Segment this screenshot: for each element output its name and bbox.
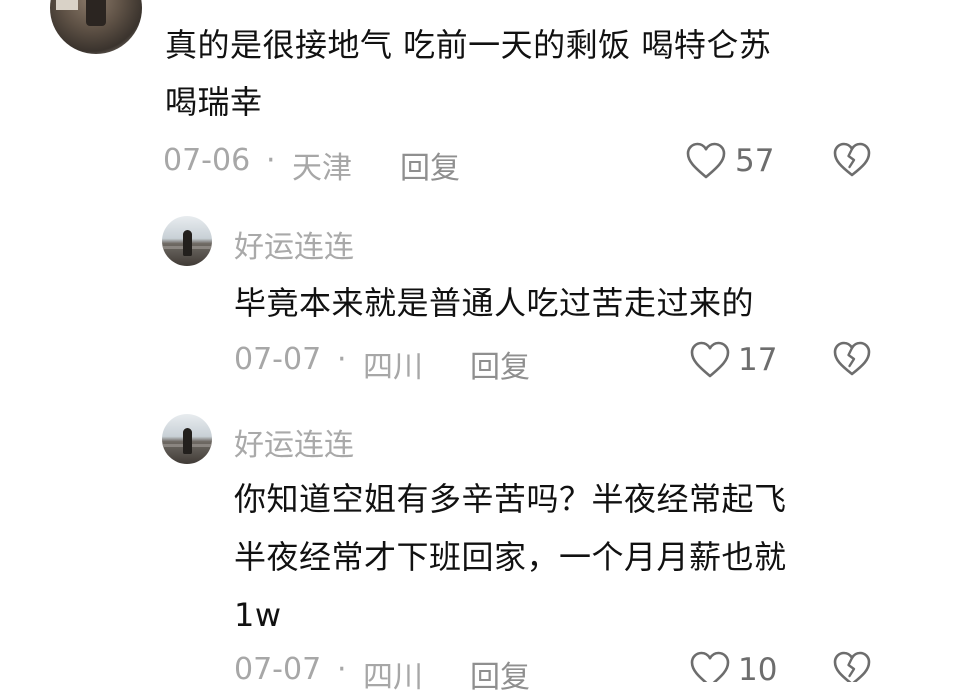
broken-heart-icon [833, 142, 871, 177]
dislike-button[interactable] [833, 341, 871, 377]
username[interactable]: 好运连连 [234, 222, 354, 266]
like-button[interactable] [690, 651, 730, 682]
reply-button[interactable]: 回复 [470, 652, 530, 696]
reply-button[interactable]: 回复 [400, 143, 460, 187]
username[interactable]: 好运连连 [234, 420, 354, 464]
comment-text-line: 你知道空姐有多辛苦吗？半夜经常起飞 [234, 480, 787, 518]
avatar-image-figure [183, 230, 192, 256]
comment-text-line: 喝瑞幸 [165, 83, 263, 121]
comment-location: 天津 [292, 151, 352, 186]
reply-button[interactable]: 回复 [470, 342, 530, 386]
heart-outline-icon [690, 651, 730, 682]
like-button[interactable] [690, 341, 730, 379]
like-count: 17 [738, 342, 778, 378]
broken-heart-icon [833, 341, 871, 376]
avatar-image-figure [183, 428, 192, 454]
comment-date: 07-07 [234, 342, 322, 377]
comment-location: 四川 [363, 350, 423, 385]
like-count: 57 [735, 143, 775, 179]
like-count: 10 [738, 652, 778, 688]
dislike-button[interactable] [833, 651, 871, 682]
broken-heart-icon [833, 651, 871, 682]
avatar-image-window [56, 0, 78, 10]
comment-text-line: 1w [234, 596, 282, 634]
meta-separator: · [337, 342, 347, 377]
avatar[interactable] [50, 0, 142, 54]
like-button[interactable] [686, 142, 726, 180]
avatar[interactable] [162, 414, 212, 464]
comment-date: 07-06 [163, 143, 251, 178]
heart-outline-icon [686, 142, 726, 179]
avatar[interactable] [162, 216, 212, 266]
heart-outline-icon [690, 341, 730, 378]
comment-text-line: 毕竟本来就是普通人吃过苦走过来的 [234, 284, 755, 322]
comment-text-line: 真的是很接地气 吃前一天的剩饭 喝特仑苏 [165, 26, 772, 64]
dislike-button[interactable] [833, 142, 871, 178]
comment-location: 四川 [363, 660, 423, 695]
avatar-image-figure [86, 0, 106, 26]
meta-separator: · [266, 143, 276, 178]
comment-text-line: 半夜经常才下班回家，一个月月薪也就 [234, 538, 787, 576]
